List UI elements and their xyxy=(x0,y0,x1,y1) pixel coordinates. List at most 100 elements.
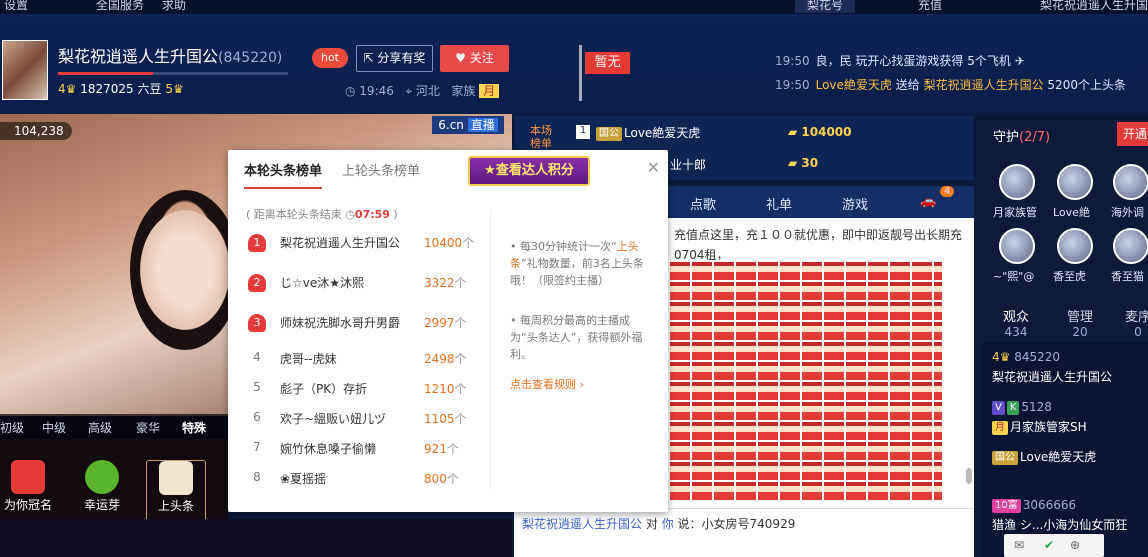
rank-row[interactable]: 3 师妹祝洗脚水哥升男爵 2997个 xyxy=(248,310,478,334)
service-link[interactable]: 全国服务 xyxy=(96,0,144,13)
user-name[interactable]: 猎渔 シ...小海为仙女而狂 xyxy=(992,516,1127,533)
mail-icon[interactable]: ✉ xyxy=(1014,538,1024,552)
rank-row[interactable]: 7 婉竹休息嗓子偷懒 921个 xyxy=(248,436,478,460)
open-guard-button[interactable]: 开通 xyxy=(1117,122,1148,146)
rank-value-text: 30 xyxy=(801,156,819,170)
chat-user[interactable]: 梨花祝逍遥人生升国公 xyxy=(522,517,642,531)
family-badge[interactable]: 月 xyxy=(479,84,500,98)
k-icon: K xyxy=(1006,400,1020,415)
feed-target[interactable]: 梨花祝逍遥人生升国公 xyxy=(924,78,1044,92)
crown-icon xyxy=(11,460,45,494)
menu-gifts[interactable]: 礼单 xyxy=(766,194,792,213)
coin-icon: ▰ xyxy=(788,125,802,139)
rank-number: 4 xyxy=(253,350,261,364)
audience-row[interactable]: V K 5128 xyxy=(992,400,1052,415)
note-text: 每30分钟统计一次“ xyxy=(520,240,617,253)
crown-icon: ♛ xyxy=(999,350,1011,364)
rank-value: 1210 xyxy=(424,382,455,396)
timer-prefix: ( 距离本轮头条结束 xyxy=(246,208,342,221)
guard-avatar[interactable] xyxy=(1113,228,1148,264)
rank-count: 2997个 xyxy=(424,314,467,331)
rank-number: 5 xyxy=(253,380,261,394)
plane-icon: ✈ xyxy=(1014,54,1025,68)
gift-tab[interactable]: 初级 xyxy=(0,419,24,436)
help-link[interactable]: 求助 xyxy=(162,0,186,13)
tab-label: 观众 xyxy=(1002,310,1029,325)
chat-scrollbar[interactable] xyxy=(966,468,972,484)
rank-name: ❀夏摇摇 xyxy=(280,472,327,486)
view-points-button[interactable]: ★查看达人积分 xyxy=(468,156,590,186)
share-button[interactable]: ⇱ 分享有奖 xyxy=(356,45,433,72)
gift-tab[interactable]: 高级 xyxy=(88,419,112,436)
host-avatar[interactable] xyxy=(2,40,48,100)
rules-link[interactable]: 点击查看规则 › xyxy=(510,376,584,392)
tab-audience[interactable]: 观众 434 xyxy=(991,306,1041,339)
menu-song[interactable]: 点歌 xyxy=(690,194,716,213)
rank-row[interactable]: 8 ❀夏摇摇 800个 xyxy=(248,466,478,490)
zoom-icon[interactable]: ⊕ xyxy=(1070,538,1080,552)
guard-avatar[interactable] xyxy=(1057,228,1093,264)
audience-row[interactable]: 国公 Love絶爱天虎 xyxy=(992,448,1096,465)
host-level: 4 xyxy=(58,82,66,96)
car-icon[interactable]: 🚗 xyxy=(920,194,936,209)
rank-value: 800 xyxy=(424,472,447,486)
gift-label: 为你冠名 xyxy=(3,498,52,512)
flag-pole xyxy=(579,45,582,101)
gift-tab[interactable]: 中级 xyxy=(42,419,66,436)
tab-current-round[interactable]: 本轮头条榜单 xyxy=(244,164,323,189)
user-link[interactable]: 梨花祝逍遥人生升国公 xyxy=(1040,0,1148,14)
audience-row[interactable]: 10富 3066666 xyxy=(992,498,1076,513)
follow-label: 关注 xyxy=(469,51,494,65)
user-name: Love絶爱天虎 xyxy=(1020,450,1097,464)
guard-avatar[interactable] xyxy=(999,228,1035,264)
audience-row[interactable]: 月月家族管家SH xyxy=(992,418,1087,435)
noble-tag: 国公 xyxy=(992,450,1018,465)
gift-tab[interactable]: 豪华 xyxy=(136,419,160,436)
family-tag: 月 xyxy=(992,420,1008,435)
rank-row[interactable]: 5 彪子（PK）存折 1210个 xyxy=(248,376,478,400)
host-stats: 4♛ 1827025 六豆 5♛ xyxy=(58,80,184,97)
settings-link[interactable]: 设置 xyxy=(4,0,28,13)
rank-user[interactable]: 业十郎 xyxy=(670,156,706,173)
rank-name: 欢子~縕贩い妞儿ヅ xyxy=(280,412,387,426)
guard-avatar[interactable] xyxy=(1113,164,1148,200)
user-name[interactable]: 梨花祝逍遥人生升国公 xyxy=(992,368,1112,385)
host-face xyxy=(140,210,230,330)
gift-item-selected[interactable]: 上头条 xyxy=(146,460,206,524)
check-icon[interactable]: ✔ xyxy=(1044,538,1054,552)
tab-last-round[interactable]: 上轮头条榜单 xyxy=(342,164,420,179)
nickname-button[interactable]: 梨花号 xyxy=(795,0,856,13)
room-id: (845220) xyxy=(218,50,283,66)
top-nav: 设置 全国服务 求助 梨花号 充值 梨花祝逍遥人生升国公 xyxy=(0,0,1148,14)
rank-number: 1 xyxy=(576,125,590,139)
close-icon[interactable]: ✕ xyxy=(647,158,660,177)
audience-row[interactable]: 4♛ 845220 xyxy=(992,350,1060,364)
rank-count: 10400个 xyxy=(424,234,474,251)
gift-tab-active[interactable]: 特殊 xyxy=(182,419,206,436)
menu-games[interactable]: 游戏 xyxy=(842,194,868,213)
gift-item[interactable]: 为你冠名 xyxy=(0,460,58,513)
rank-medal: 3 xyxy=(248,314,266,332)
guard-avatar[interactable] xyxy=(999,164,1035,200)
gift-item[interactable]: 幸运芽 xyxy=(72,460,132,513)
tab-mic-queue[interactable]: 麦序 0 xyxy=(1113,306,1148,339)
rank-value: 3322 xyxy=(424,276,455,290)
rank-row[interactable]: 6 欢子~縕贩い妞儿ヅ 1105个 xyxy=(248,406,478,430)
guard-name: 香至虎 xyxy=(1053,270,1086,283)
guard-avatar[interactable] xyxy=(1057,164,1093,200)
feed-user[interactable]: Love絶爱天虎 xyxy=(816,78,892,92)
rank-row[interactable]: 4 虎哥--虎妹 2498个 xyxy=(248,346,478,370)
rank-row[interactable]: 2 じ☆ve沐★沐熙 3322个 xyxy=(248,270,478,294)
chat-target[interactable]: 你 xyxy=(662,517,674,531)
follow-button[interactable]: ♥ 关注 xyxy=(440,45,509,72)
rank-count: 1105个 xyxy=(424,410,467,427)
rank-row[interactable]: 1 梨花祝逍遥人生升国公 10400个 xyxy=(248,230,478,254)
live-badge: 直播 xyxy=(467,118,498,132)
tab-admin[interactable]: 管理 20 xyxy=(1055,306,1105,339)
chat-message: 梨花祝逍遥人生升国公 对 你 说：小女房号740929 xyxy=(514,508,974,557)
viewer-count-text: 104,238 xyxy=(14,124,64,138)
rank-row[interactable]: 国公 Love絶爱天虎 xyxy=(596,124,700,141)
rank-value: 2498 xyxy=(424,352,455,366)
recharge-link[interactable]: 充值 xyxy=(918,0,942,13)
rank-name: じ☆ve沐★沐熙 xyxy=(280,276,365,290)
